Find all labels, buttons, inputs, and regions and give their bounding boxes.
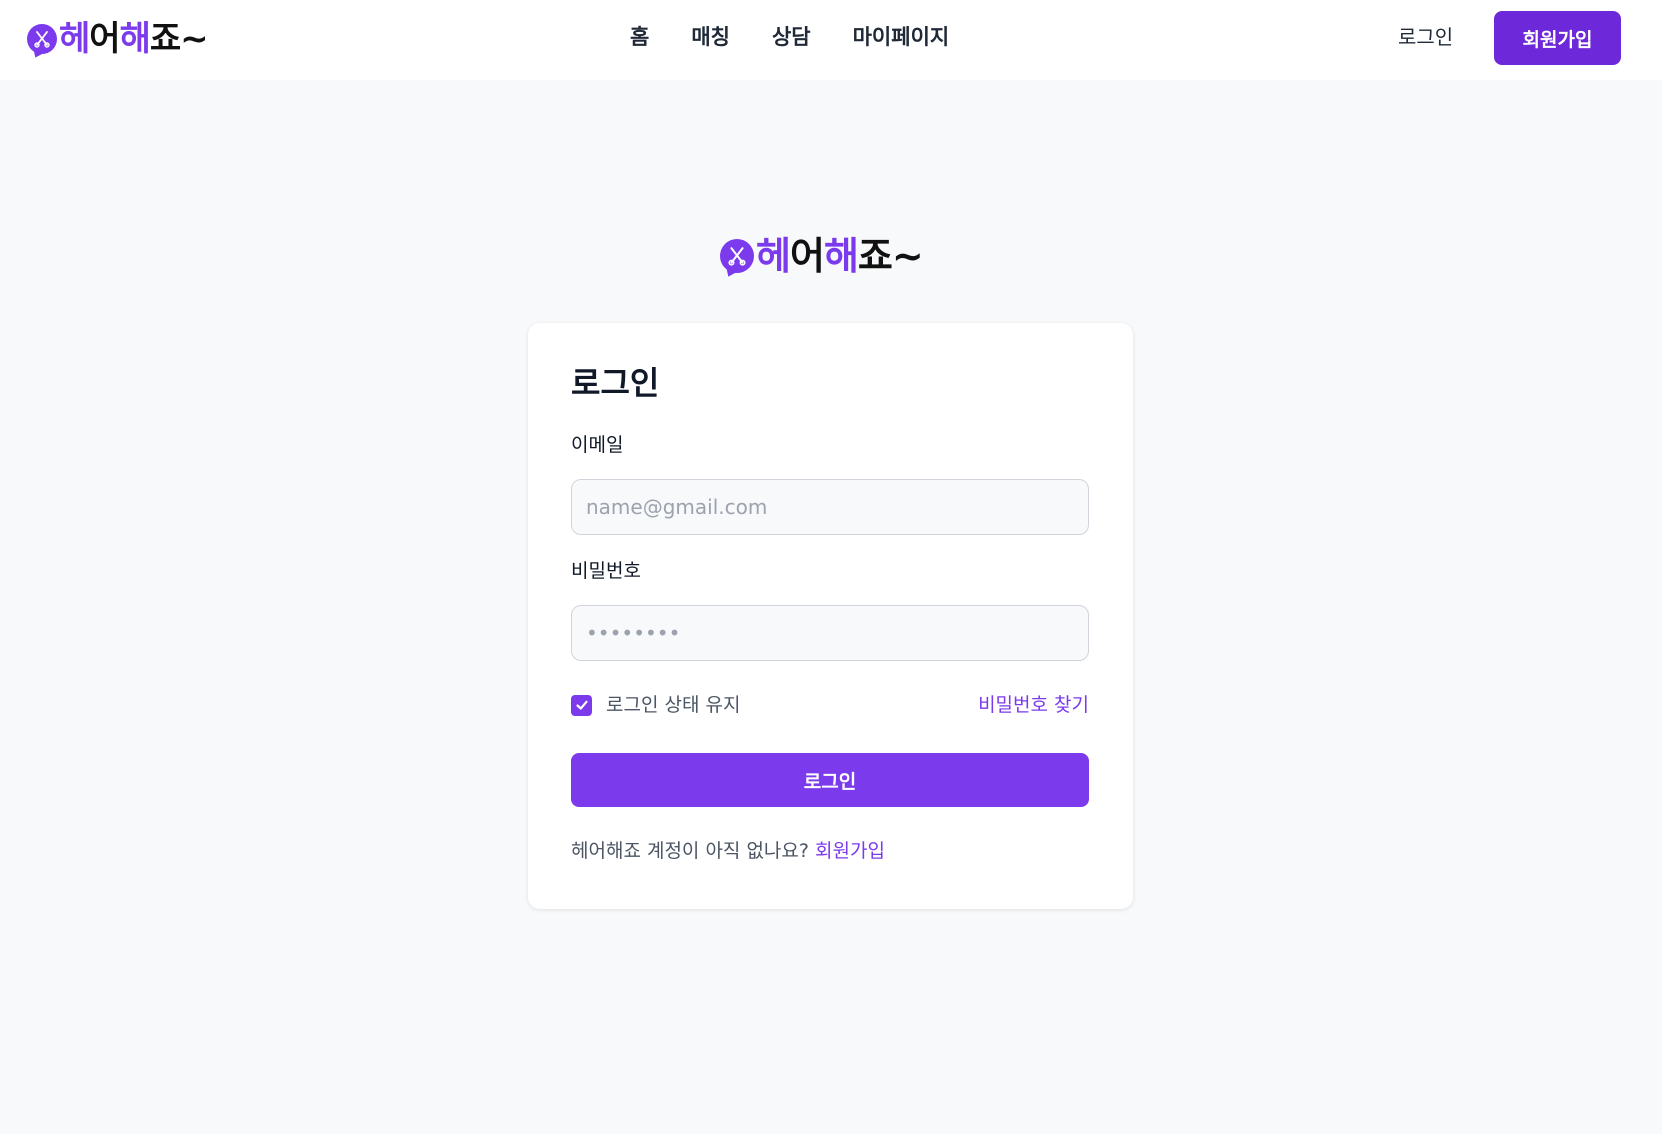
password-label: 비밀번호 <box>571 560 641 582</box>
page-title: 로그인 <box>571 364 660 402</box>
nav-mypage[interactable]: 마이페이지 <box>853 22 950 52</box>
scissors-icon <box>720 239 754 273</box>
password-field[interactable] <box>571 605 1089 661</box>
top-header: 헤 어 해 죠~ 홈 매칭 상담 마이페이지 로그인 회원가입 <box>0 0 1662 80</box>
signup-link[interactable]: 회원가입 <box>815 840 885 862</box>
email-label: 이메일 <box>571 434 624 456</box>
logo-wordmark: 헤 어 해 죠~ <box>59 19 209 59</box>
remember-checkbox[interactable] <box>571 694 592 716</box>
nav-consulting[interactable]: 상담 <box>772 22 811 52</box>
main-nav: 홈 매칭 상담 마이페이지 <box>630 22 991 52</box>
email-field[interactable] <box>571 479 1089 535</box>
header-signup-button[interactable]: 회원가입 <box>1494 11 1621 65</box>
header-login-link[interactable]: 로그인 <box>1398 22 1453 52</box>
center-logo: 헤 어 해 죠~ <box>720 234 924 278</box>
login-button[interactable]: 로그인 <box>571 753 1089 807</box>
remember-label: 로그인 상태 유지 <box>606 694 741 716</box>
signup-prompt-text: 헤어해죠 계정이 아직 없나요? <box>571 840 809 862</box>
logo-wordmark: 헤 어 해 죠~ <box>756 234 924 278</box>
find-password-link[interactable]: 비밀번호 찾기 <box>978 693 1089 717</box>
header-logo[interactable]: 헤 어 해 죠~ <box>27 19 209 59</box>
nav-matching[interactable]: 매칭 <box>691 22 730 52</box>
login-card: 로그인 이메일 비밀번호 로그인 상태 유지 비밀번호 찾기 로그인 헤어해죠 … <box>528 323 1133 909</box>
nav-home[interactable]: 홈 <box>630 22 649 52</box>
check-icon <box>575 700 588 710</box>
signup-prompt: 헤어해죠 계정이 아직 없나요? 회원가입 <box>571 839 885 863</box>
remember-me[interactable]: 로그인 상태 유지 <box>571 693 740 717</box>
scissors-icon <box>27 24 57 54</box>
